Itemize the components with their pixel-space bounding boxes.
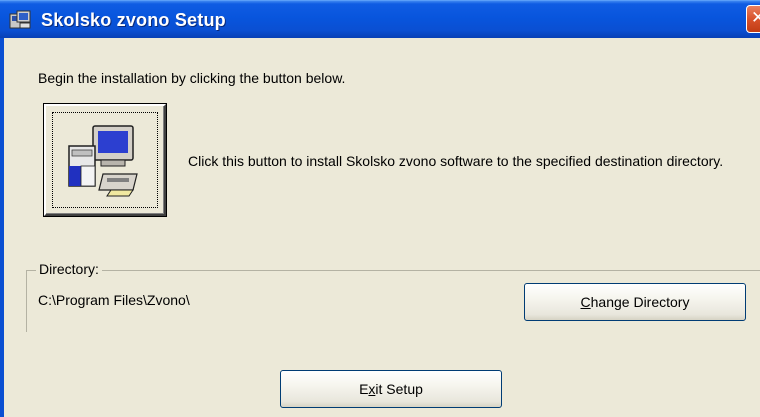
- exit-setup-label: Exit Setup: [359, 381, 423, 397]
- setup-computer-icon: [9, 10, 31, 29]
- install-button[interactable]: [44, 104, 166, 216]
- change-directory-button[interactable]: Change Directory: [524, 283, 746, 321]
- exit-setup-button[interactable]: Exit Setup: [280, 370, 502, 408]
- dialog-body: [4, 38, 760, 417]
- change-directory-label-rest: hange Directory: [590, 294, 690, 310]
- install-computer-icon: [68, 125, 138, 197]
- install-description: Click this button to install Skolsko zvo…: [188, 153, 724, 169]
- directory-path: C:\Program Files\Zvono\: [38, 292, 190, 308]
- exit-label-rest: it Setup: [375, 381, 423, 397]
- intro-text: Begin the installation by clicking the b…: [38, 70, 346, 86]
- change-mnemonic: C: [580, 294, 591, 310]
- change-directory-label: Change Directory: [581, 294, 690, 310]
- close-icon: ✕: [751, 8, 760, 27]
- close-button[interactable]: ✕: [746, 5, 760, 33]
- title-bar[interactable]: Skolsko zvono Setup ✕: [0, 0, 760, 38]
- window-title: Skolsko zvono Setup: [41, 10, 226, 30]
- directory-group-label: Directory:: [36, 261, 102, 277]
